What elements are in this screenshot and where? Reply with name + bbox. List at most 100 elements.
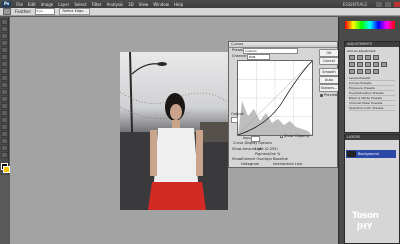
marquee-tool-icon[interactable] bbox=[1, 26, 8, 32]
white-shirt bbox=[154, 128, 198, 182]
lamp-head bbox=[157, 62, 167, 66]
menu-select[interactable]: Select bbox=[74, 2, 86, 7]
photoshop-logo: Ps bbox=[2, 1, 12, 7]
neck bbox=[172, 120, 180, 128]
face bbox=[170, 104, 182, 120]
menu-help[interactable]: Help bbox=[174, 2, 183, 7]
intersection-line-checkbox[interactable]: Intersection Line bbox=[273, 162, 302, 166]
levels-icon[interactable] bbox=[357, 55, 363, 60]
layer-thumbnail bbox=[347, 151, 356, 157]
brightness-contrast-icon[interactable] bbox=[349, 55, 355, 60]
color-balance-icon[interactable] bbox=[365, 62, 371, 67]
preview-checkbox[interactable] bbox=[320, 94, 323, 97]
eraser-tool-icon[interactable] bbox=[1, 89, 8, 95]
pen-tool-icon[interactable] bbox=[1, 117, 8, 123]
black-white-icon[interactable] bbox=[373, 62, 379, 67]
options-button[interactable]: Options... bbox=[319, 84, 339, 92]
lamp-arm bbox=[131, 63, 161, 75]
adjustments-tab[interactable]: ADJUSTMENTS bbox=[345, 42, 399, 47]
workspace-switcher[interactable]: ESSENTIALS bbox=[343, 2, 367, 7]
photo-content bbox=[120, 52, 228, 210]
path-selection-tool-icon[interactable] bbox=[1, 131, 8, 137]
quick-selection-tool-icon[interactable] bbox=[1, 40, 8, 46]
adjustment-preset-item[interactable]: Selective Color Presets bbox=[349, 106, 395, 111]
auto-button[interactable]: Auto bbox=[319, 76, 339, 84]
lamp-post bbox=[129, 52, 133, 133]
show-clipping-checkbox[interactable] bbox=[280, 135, 283, 138]
brush-tool-icon[interactable] bbox=[1, 68, 8, 74]
shop-sign bbox=[200, 122, 228, 142]
menu-3d[interactable]: 3D bbox=[128, 2, 134, 7]
watermark-text: Toson bbox=[352, 211, 379, 221]
menu-layer[interactable]: Layer bbox=[58, 2, 69, 7]
maximize-icon[interactable] bbox=[385, 1, 391, 7]
minimize-icon[interactable] bbox=[376, 1, 382, 7]
channel-label: Channel: bbox=[232, 54, 248, 58]
ok-button[interactable]: OK bbox=[319, 49, 339, 57]
lasso-tool-icon[interactable] bbox=[1, 33, 8, 39]
preview-label: Preview bbox=[324, 93, 338, 97]
feather-input[interactable]: 0 px bbox=[35, 8, 56, 15]
invert-icon[interactable] bbox=[349, 69, 355, 74]
menu-analysis[interactable]: Analysis bbox=[107, 2, 123, 7]
menu-filter[interactable]: Filter bbox=[92, 2, 102, 7]
menu-edit[interactable]: Edit bbox=[28, 2, 36, 7]
background-color-swatch[interactable] bbox=[3, 166, 10, 173]
gradient-map-icon[interactable] bbox=[373, 69, 379, 74]
refine-edge-button[interactable]: Refine Edge... bbox=[59, 8, 90, 15]
healing-brush-tool-icon[interactable] bbox=[1, 61, 8, 67]
curves-dialog: Curves Preset: Custom Channel: RGB OK Ca… bbox=[228, 41, 339, 168]
menu-window[interactable]: Window bbox=[153, 2, 169, 7]
adjustments-hint: Add an adjustment bbox=[347, 49, 376, 53]
cancel-button[interactable]: Cancel bbox=[319, 57, 339, 65]
output-label: Output: bbox=[231, 112, 245, 116]
history-brush-tool-icon[interactable] bbox=[1, 82, 8, 88]
dodge-tool-icon[interactable] bbox=[1, 110, 8, 116]
red-skirt bbox=[148, 182, 206, 210]
menu-file[interactable]: File bbox=[16, 2, 23, 7]
marquee-tool-icon[interactable] bbox=[3, 8, 11, 15]
histogram-checkbox[interactable]: Histogram bbox=[241, 162, 259, 166]
options-bar: Feather: 0 px Refine Edge... bbox=[0, 8, 400, 16]
curve-plot bbox=[238, 61, 312, 135]
image-canvas[interactable] bbox=[120, 52, 228, 210]
pigment-radio[interactable]: Pigment/Ink % bbox=[255, 152, 280, 156]
posterize-icon[interactable] bbox=[357, 69, 363, 74]
move-tool-icon[interactable] bbox=[1, 19, 8, 25]
menu-image[interactable]: Image bbox=[41, 2, 54, 7]
tools-panel bbox=[0, 17, 10, 175]
watermark-text-2: JHY bbox=[357, 222, 373, 231]
color-spectrum-ramp[interactable] bbox=[345, 21, 395, 29]
clone-stamp-tool-icon[interactable] bbox=[1, 75, 8, 81]
baseline-checkbox[interactable]: Baseline bbox=[273, 157, 288, 161]
feather-label: Feather: bbox=[15, 9, 32, 14]
zoom-tool-icon[interactable] bbox=[1, 152, 8, 158]
type-tool-icon[interactable] bbox=[1, 124, 8, 130]
layers-tab[interactable]: LAYERS bbox=[345, 135, 399, 140]
hand-tool-icon[interactable] bbox=[1, 145, 8, 151]
hue-saturation-icon[interactable] bbox=[357, 62, 363, 67]
photo-filter-icon[interactable] bbox=[381, 62, 387, 67]
show-clipping-label: Show Clipping bbox=[284, 134, 309, 138]
threshold-icon[interactable] bbox=[365, 69, 371, 74]
right-arm bbox=[196, 130, 203, 176]
close-icon[interactable] bbox=[394, 1, 400, 7]
shape-tool-icon[interactable] bbox=[1, 138, 8, 144]
vibrance-icon[interactable] bbox=[349, 62, 355, 67]
adjustments-panel: ADJUSTMENTS Add an adjustment Levels Pre… bbox=[344, 41, 400, 133]
curves-icon[interactable] bbox=[365, 55, 371, 60]
smooth-button[interactable]: Smooth bbox=[319, 68, 339, 76]
output-field[interactable] bbox=[231, 117, 238, 123]
exposure-icon[interactable] bbox=[373, 55, 379, 60]
gradient-tool-icon[interactable] bbox=[1, 96, 8, 102]
curve-display-options[interactable]: Curve Display Options bbox=[233, 141, 272, 145]
eyedropper-tool-icon[interactable] bbox=[1, 54, 8, 60]
menu-view[interactable]: View bbox=[139, 2, 149, 7]
blur-tool-icon[interactable] bbox=[1, 103, 8, 109]
crop-tool-icon[interactable] bbox=[1, 47, 8, 53]
channel-overlays-checkbox[interactable]: Channel Overlays bbox=[241, 157, 272, 161]
curve-graph[interactable] bbox=[237, 60, 313, 136]
light-radio[interactable]: Light (0-255) bbox=[255, 147, 278, 151]
application-bar: Ps File Edit Image Layer Select Filter A… bbox=[0, 0, 400, 8]
left-arm bbox=[150, 130, 157, 176]
